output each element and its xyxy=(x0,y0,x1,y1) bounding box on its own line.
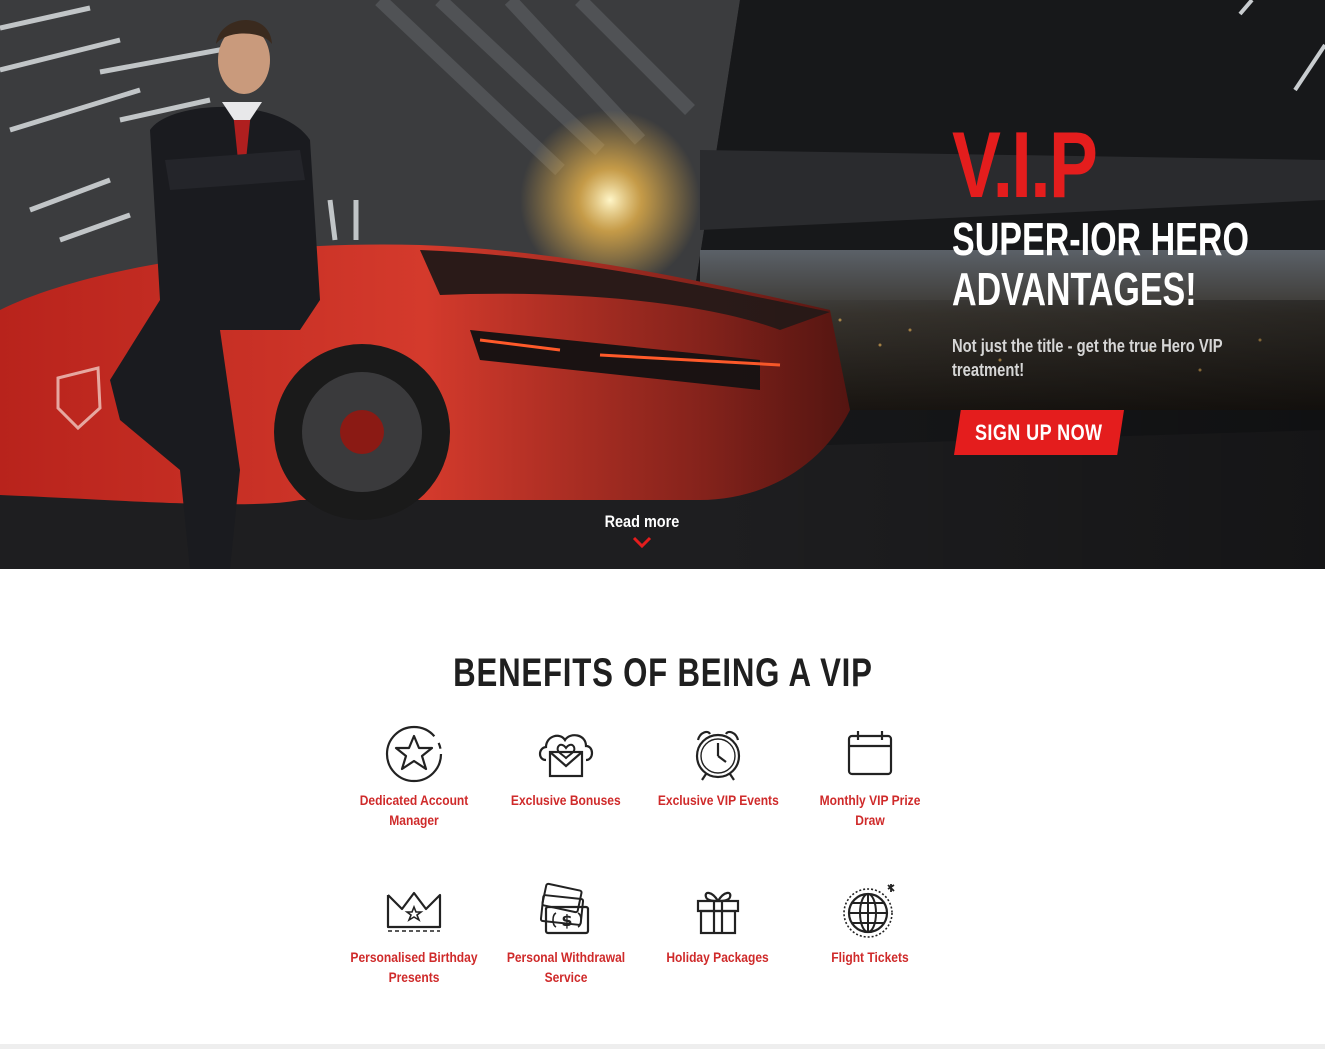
heart-envelope-icon xyxy=(538,734,594,778)
read-more-link[interactable]: Read more xyxy=(582,512,702,548)
benefit-personal-withdrawal-service: $ Personal Withdrawal Service xyxy=(490,879,642,987)
section-divider xyxy=(0,1044,1325,1049)
gift-icon xyxy=(696,891,740,935)
benefit-label: Holiday Packages xyxy=(666,949,770,965)
sign-up-label: SIGN UP NOW xyxy=(975,419,1103,445)
star-badge-icon xyxy=(385,725,443,783)
benefit-label: Exclusive VIP Events xyxy=(657,792,779,808)
benefit-holiday-packages: Holiday Packages xyxy=(642,879,794,967)
benefit-flight-tickets: Flight Tickets xyxy=(794,879,946,967)
benefit-label: Monthly VIP Prize Draw xyxy=(819,792,921,828)
benefit-exclusive-vip-events: Exclusive VIP Events xyxy=(642,722,794,810)
benefit-label: Dedicated Account Manager xyxy=(359,792,469,828)
globe-plane-icon xyxy=(843,884,895,938)
benefit-label: Personal Withdrawal Service xyxy=(506,949,626,985)
benefit-label: Personalised Birthday Presents xyxy=(350,949,478,985)
hero-copy: V.I.P SUPER-IOR HERO ADVANTAGES! Not jus… xyxy=(952,118,1282,382)
vip-title: V.I.P xyxy=(952,112,1098,217)
hero-banner: V.I.P SUPER-IOR HERO ADVANTAGES! Not jus… xyxy=(0,0,1325,569)
benefit-dedicated-account-manager: Dedicated Account Manager xyxy=(338,722,490,830)
benefit-personalised-birthday-presents: Personalised Birthday Presents xyxy=(338,879,490,987)
benefit-label: Flight Tickets xyxy=(831,949,909,965)
chevron-down-icon xyxy=(632,536,652,548)
vip-description: Not just the title - get the true Hero V… xyxy=(952,336,1223,380)
benefit-label: Exclusive Bonuses xyxy=(511,792,621,808)
benefit-monthly-vip-prize-draw: Monthly VIP Prize Draw xyxy=(794,722,946,830)
svg-text:$: $ xyxy=(561,911,572,930)
alarm-clock-icon xyxy=(695,730,741,781)
calendar-icon xyxy=(847,731,893,776)
sign-up-button[interactable]: SIGN UP NOW xyxy=(954,410,1124,455)
benefit-exclusive-bonuses: Exclusive Bonuses xyxy=(490,722,642,810)
vip-subtitle: SUPER-IOR HERO ADVANTAGES! xyxy=(952,213,1249,315)
cash-icon: $ xyxy=(539,882,590,935)
read-more-label: Read more xyxy=(604,512,680,531)
benefits-title: BENEFITS OF BEING A VIP xyxy=(452,651,873,696)
crown-icon xyxy=(386,891,442,932)
